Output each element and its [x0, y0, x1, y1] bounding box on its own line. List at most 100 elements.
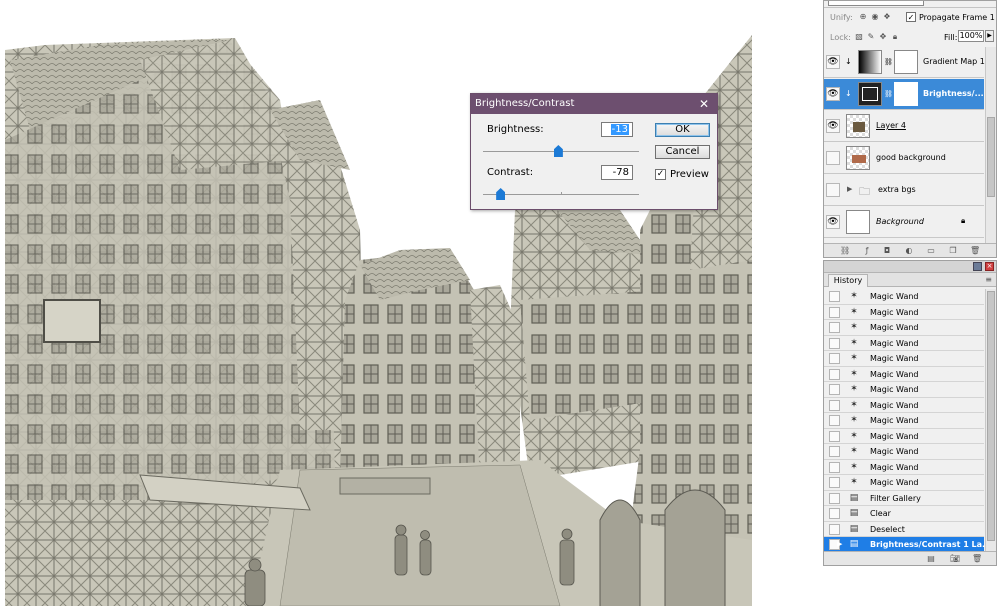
- cancel-button[interactable]: Cancel: [655, 145, 710, 159]
- new-document-from-state-icon[interactable]: ▤: [926, 554, 936, 564]
- history-item[interactable]: ✶ Magic Wand: [824, 320, 984, 336]
- layer-thumbnail: [846, 146, 870, 170]
- contrast-input[interactable]: -78: [601, 165, 633, 180]
- scrollbar-thumb[interactable]: [987, 117, 995, 197]
- adjustment-layer-icon[interactable]: ◐: [904, 246, 914, 256]
- new-group-icon[interactable]: ▭: [926, 246, 936, 256]
- history-title-bar[interactable]: ×: [824, 261, 996, 273]
- history-item[interactable]: ✶ Magic Wand: [824, 351, 984, 367]
- magic-wand-icon: ✶: [850, 384, 858, 394]
- history-panel: × History ≡ ✶ Magic Wand ✶ Magic Wand ✶ Magic…: [823, 260, 997, 566]
- history-brush-source-box[interactable]: [829, 415, 840, 426]
- history-brush-source-box[interactable]: [829, 368, 840, 380]
- fill-arrow-icon[interactable]: ▶: [985, 30, 994, 42]
- add-mask-icon[interactable]: ◘: [882, 246, 892, 256]
- scrollbar-thumb[interactable]: [987, 291, 995, 541]
- panel-menu-icon[interactable]: ≡: [985, 275, 992, 284]
- eye-hidden-icon[interactable]: [826, 183, 840, 197]
- history-brush-source-box[interactable]: [829, 508, 840, 519]
- lock-position-icon[interactable]: ✥: [878, 32, 888, 42]
- link-layers-icon[interactable]: ⛓︎: [840, 246, 850, 256]
- lock-transparency-icon[interactable]: ▧: [854, 32, 864, 42]
- unify-visibility-icon[interactable]: ◉: [870, 12, 880, 22]
- history-item[interactable]: ✶ Magic Wand: [824, 444, 984, 460]
- document-icon: ▤: [849, 492, 859, 503]
- eye-icon[interactable]: 👁︎: [826, 119, 840, 133]
- contrast-slider-thumb[interactable]: [496, 188, 506, 200]
- fx-icon[interactable]: ƒ: [862, 246, 872, 256]
- history-item[interactable]: ✶ Magic Wand: [824, 305, 984, 320]
- history-brush-source-box[interactable]: [829, 492, 840, 504]
- document-canvas[interactable]: [0, 0, 815, 606]
- history-brush-source-box[interactable]: [829, 291, 840, 302]
- layer-mask-thumbnail[interactable]: [894, 82, 918, 106]
- layer-mask-thumbnail[interactable]: [894, 50, 918, 74]
- history-brush-source-box[interactable]: [829, 384, 840, 395]
- eye-icon[interactable]: 👁︎: [826, 55, 840, 69]
- fill-input[interactable]: 100%: [958, 30, 984, 42]
- unify-style-icon[interactable]: ❖: [882, 12, 892, 22]
- lock-all-icon[interactable]: 🔒︎: [890, 32, 900, 42]
- eye-icon[interactable]: 👁︎: [826, 215, 840, 229]
- history-item[interactable]: ▤ Deselect: [824, 522, 984, 537]
- magic-wand-icon: ✶: [850, 430, 858, 441]
- preview-checkbox[interactable]: ✓: [655, 169, 666, 180]
- history-brush-source-box[interactable]: [829, 461, 840, 473]
- history-item[interactable]: ▤ Clear: [824, 506, 984, 522]
- history-item[interactable]: ✶ Magic Wand: [824, 460, 984, 475]
- snapshot-camera-icon[interactable]: 📷︎: [950, 554, 960, 564]
- history-brush-source-box[interactable]: [829, 430, 840, 442]
- eye-icon[interactable]: 👁︎: [826, 87, 840, 101]
- history-brush-source-box[interactable]: [829, 446, 840, 457]
- layer-row[interactable]: good background: [824, 143, 984, 174]
- layer-row[interactable]: 👁︎ Background 🔒︎: [824, 207, 984, 238]
- history-brush-source-box[interactable]: [829, 477, 840, 488]
- history-item-label: Deselect: [870, 524, 905, 534]
- history-scrollbar[interactable]: [985, 289, 996, 553]
- history-item[interactable]: ✶ Magic Wand: [824, 475, 984, 491]
- history-item[interactable]: ✶ Magic Wand: [824, 398, 984, 413]
- history-item[interactable]: ✶ Magic Wand: [824, 336, 984, 351]
- trash-icon[interactable]: 🗑︎: [970, 246, 980, 256]
- history-item-label: Magic Wand: [870, 323, 919, 332]
- history-brush-source-box[interactable]: [829, 399, 840, 411]
- propagate-frame-checkbox[interactable]: ✓: [906, 12, 916, 22]
- layer-row[interactable]: 👁︎ ↓ ⛓︎ Gradient Map 11: [824, 47, 990, 78]
- layer-group-row[interactable]: ▶ 🗀︎ extra bgs: [824, 175, 984, 206]
- history-brush-source-box[interactable]: [829, 337, 840, 349]
- history-brush-source-box[interactable]: [829, 523, 840, 535]
- history-item-label: Magic Wand: [870, 462, 919, 472]
- history-item[interactable]: ✶ Magic Wand: [824, 382, 984, 398]
- tab-history[interactable]: History: [828, 274, 868, 287]
- minimize-icon[interactable]: [973, 262, 982, 271]
- eye-hidden-icon[interactable]: [826, 151, 840, 165]
- history-item[interactable]: ✶ Magic Wand: [824, 289, 984, 305]
- link-chain-icon[interactable]: ⛓︎: [884, 58, 893, 66]
- history-list: ✶ Magic Wand ✶ Magic Wand ✶ Magic Wand ✶ Magic …: [824, 289, 996, 553]
- street-artwork-image: [5, 35, 752, 606]
- new-layer-icon[interactable]: ❐: [948, 246, 958, 256]
- unify-position-icon[interactable]: ⊕: [858, 12, 868, 22]
- blend-mode-dropdown[interactable]: [828, 1, 924, 6]
- history-item[interactable]: ✶ Magic Wand: [824, 429, 984, 444]
- lock-pixels-icon[interactable]: ✎: [866, 32, 876, 42]
- ok-button[interactable]: OK: [655, 123, 710, 137]
- close-icon[interactable]: ×: [985, 262, 994, 271]
- link-chain-icon[interactable]: ⛓︎: [884, 90, 893, 98]
- brightness-slider-thumb[interactable]: [553, 145, 563, 157]
- history-item[interactable]: ✶ Magic Wand: [824, 413, 984, 429]
- history-item[interactable]: ✶ Magic Wand: [824, 367, 984, 382]
- history-brush-source-box[interactable]: [829, 322, 840, 333]
- layers-scrollbar[interactable]: [985, 47, 996, 243]
- history-brush-source-box[interactable]: [829, 353, 840, 364]
- history-item[interactable]: ▤ Filter Gallery: [824, 491, 984, 506]
- dialog-title-bar[interactable]: Brightness/Contrast ✕: [471, 94, 717, 114]
- magic-wand-icon: ✶: [850, 415, 858, 425]
- layer-row[interactable]: 👁︎ Layer 4: [824, 111, 984, 142]
- expand-triangle-icon[interactable]: ▶: [847, 185, 852, 193]
- layer-row-selected[interactable]: 👁︎ ↓ ⛓︎ Brightness/...: [824, 79, 984, 110]
- history-brush-source-box[interactable]: [829, 306, 840, 318]
- trash-icon[interactable]: 🗑︎: [972, 554, 982, 564]
- close-icon[interactable]: ✕: [697, 94, 711, 114]
- brightness-input[interactable]: -13: [601, 122, 633, 137]
